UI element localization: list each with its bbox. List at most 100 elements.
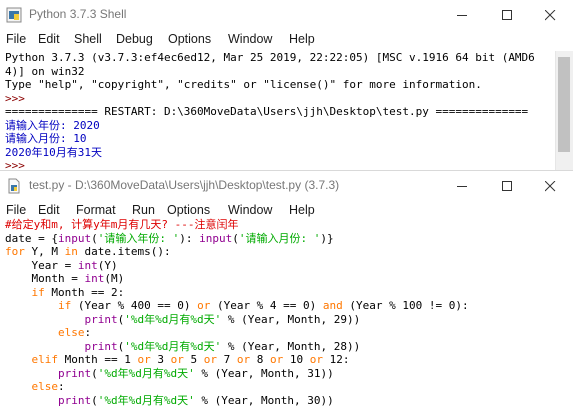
code-token: ( <box>91 366 98 380</box>
code-token: print <box>57 366 92 380</box>
code-line: else: <box>5 326 573 340</box>
code-line: Year = int(Y) <box>5 259 573 273</box>
menu-edit[interactable]: Edit <box>38 32 60 46</box>
code-token: Month == 1 <box>58 353 138 366</box>
minimize-icon <box>457 186 467 187</box>
code-token: or <box>309 353 323 366</box>
code-token: print <box>84 312 118 326</box>
code-token: '请输入月份: ' <box>238 231 321 245</box>
python-idle-icon <box>6 7 22 23</box>
code-token: % (Year, Month, 28)) <box>221 339 361 353</box>
code-token: % (Year, Month, 30)) <box>194 393 334 407</box>
code-token: '%d年%d月有%d天' <box>124 312 222 326</box>
close-icon <box>545 181 556 192</box>
code-token: (Y) <box>97 258 118 272</box>
menu-edit[interactable]: Edit <box>38 203 60 217</box>
code-token: input <box>57 231 92 245</box>
code-token: '%d年%d月有%d天' <box>97 393 195 407</box>
menu-options[interactable]: Options <box>168 32 211 46</box>
code-line: #给定y和m, 计算y年m月有几天? ---注意闰年 <box>5 218 573 232</box>
code-token: 请输入月份: 10 <box>5 132 87 145</box>
code-token: 4)] on win32 <box>5 64 85 78</box>
code-token: or <box>236 353 251 366</box>
scrollbar-thumb[interactable] <box>558 57 570 152</box>
shell-line: 2020年10月有31天 <box>5 146 573 160</box>
code-token: for <box>5 245 25 258</box>
shell-line: 请输入月份: 10 <box>5 132 573 146</box>
menu-shell[interactable]: Shell <box>74 32 102 46</box>
close-icon <box>545 10 556 21</box>
code-token: else <box>31 380 59 393</box>
code-line: print('%d年%d月有%d天' % (Year, Month, 29)) <box>5 313 573 327</box>
code-token: ): <box>179 231 200 245</box>
code-token: : <box>58 380 65 393</box>
shell-line: Type "help", "copyright", "credits" or "… <box>5 78 573 92</box>
shell-output[interactable]: Python 3.7.3 (v3.7.3:ef4ec6ed12, Mar 25 … <box>0 51 573 170</box>
code-token: #给定y和m, 计算y年m月有几天? ---注意闰年 <box>5 218 239 231</box>
close-button[interactable] <box>528 0 573 31</box>
minimize-button[interactable] <box>440 171 485 202</box>
code-token: 请输入年份: 2020 <box>5 118 100 132</box>
code-token: Year = <box>5 258 78 272</box>
code-token: >>> <box>5 91 32 105</box>
code-token: (Year % 100 != 0): <box>342 299 469 312</box>
code-token: Type "help", "copyright", "credits" or "… <box>5 78 482 91</box>
close-button[interactable] <box>528 171 573 202</box>
menu-file[interactable]: File <box>6 32 26 46</box>
code-token: (Year % 4 == 0) <box>210 299 323 312</box>
code-token: ============== RESTART: D:\360MoveData\U… <box>5 105 529 118</box>
code-token: 12: <box>322 353 350 366</box>
code-line: print('%d年%d月有%d天' % (Year, Month, 31)) <box>5 367 573 381</box>
code-line: if Month == 2: <box>5 286 573 300</box>
code-token: '%d年%d月有%d天' <box>124 339 222 353</box>
window-title: test.py - D:\360MoveData\Users\jjh\Deskt… <box>29 178 340 192</box>
code-token: if <box>57 299 72 312</box>
python-file-icon <box>6 178 22 194</box>
shell-line: 4)] on win32 <box>5 65 573 79</box>
maximize-button[interactable] <box>485 0 530 31</box>
code-token: 3 <box>150 353 171 366</box>
shell-line: ============== RESTART: D:\360MoveData\U… <box>5 105 573 119</box>
menu-file[interactable]: File <box>6 203 26 217</box>
code-token: 7 <box>216 353 237 366</box>
minimize-button[interactable] <box>440 0 485 31</box>
code-token: % (Year, Month, 31)) <box>194 366 334 380</box>
code-token: elif <box>31 353 59 366</box>
code-token: ( <box>91 393 98 407</box>
menu-format[interactable]: Format <box>76 203 116 217</box>
code-line: else: <box>5 380 573 394</box>
code-token: )} <box>320 231 334 245</box>
menu-debug[interactable]: Debug <box>116 32 153 46</box>
maximize-button[interactable] <box>485 171 530 202</box>
menu-help[interactable]: Help <box>289 32 315 46</box>
editor-titlebar[interactable]: test.py - D:\360MoveData\Users\jjh\Deskt… <box>0 171 573 202</box>
code-editor[interactable]: #给定y和m, 计算y年m月有几天? ---注意闰年 date = {input (… <box>0 218 573 420</box>
code-token: (M) <box>104 272 125 285</box>
code-token: 10 <box>283 353 310 366</box>
menu-run[interactable]: Run <box>132 203 155 217</box>
code-token: date = { <box>5 231 58 245</box>
shell-window: Python 3.7.3 Shell File Edit Shell Debug… <box>0 0 573 170</box>
code-token: or <box>197 299 211 312</box>
shell-titlebar[interactable]: Python 3.7.3 Shell <box>0 0 573 31</box>
menu-window[interactable]: Window <box>228 32 272 46</box>
editor-window: test.py - D:\360MoveData\Users\jjh\Deskt… <box>0 170 573 420</box>
menu-help[interactable]: Help <box>289 203 315 217</box>
menu-options[interactable]: Options <box>167 203 210 217</box>
menu-window[interactable]: Window <box>228 203 272 217</box>
code-token: 8 <box>250 353 270 366</box>
shell-menubar: File Edit Shell Debug Options Window Hel… <box>0 31 573 51</box>
minimize-icon <box>457 15 467 16</box>
code-token: and <box>322 299 343 312</box>
shell-line: >>> <box>5 92 573 106</box>
shell-scrollbar[interactable] <box>555 51 573 170</box>
code-token: >>> <box>5 159 32 170</box>
